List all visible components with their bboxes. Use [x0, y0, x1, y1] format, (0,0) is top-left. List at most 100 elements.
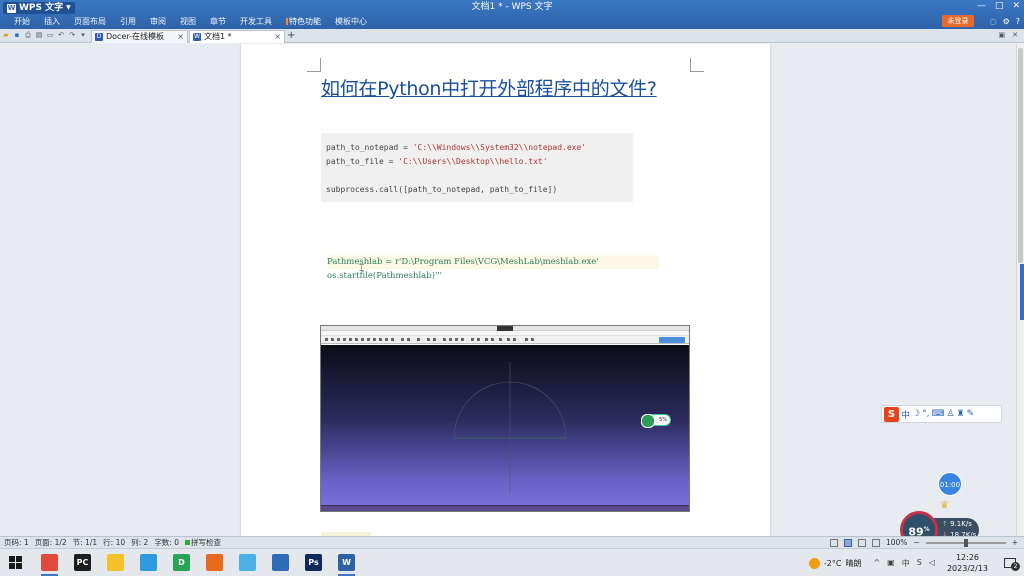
document-heading[interactable]: 如何在Python中打开外部程序中的文件?: [321, 77, 701, 101]
skin-shirt-icon[interactable]: ♜: [957, 409, 965, 419]
undo-icon[interactable]: ↶: [57, 31, 65, 40]
menu-item-review[interactable]: 审阅: [143, 16, 173, 27]
ime-mode[interactable]: 中: [901, 408, 910, 421]
embedded-meshlab-screenshot[interactable]: 5%: [320, 325, 690, 512]
snipping-tool-icon[interactable]: [140, 554, 157, 571]
clock[interactable]: 12:26 2023/2/13: [947, 552, 988, 574]
code-string: 'C:\\Users\\Desktop\\hello.txt': [398, 157, 548, 166]
weather-desc: 晴朗: [845, 558, 862, 568]
menu-item-template-center[interactable]: 模板中心: [328, 16, 374, 27]
file-explorer-icon[interactable]: [107, 554, 124, 571]
embedded-statusbar: [321, 505, 689, 511]
notification-center-icon[interactable]: 2: [1004, 558, 1020, 571]
status-page[interactable]: 页码: 1: [4, 537, 29, 548]
save-icon[interactable]: ▪: [13, 31, 21, 40]
sogou-logo-icon[interactable]: S: [884, 406, 899, 422]
chrome-icon[interactable]: [41, 554, 58, 571]
side-panel-handle[interactable]: [1020, 264, 1024, 320]
network-icon[interactable]: [239, 554, 256, 571]
menu-item-home[interactable]: 开始: [7, 16, 37, 27]
export-pdf-icon[interactable]: ▭: [46, 31, 54, 40]
close-tab-icon[interactable]: ×: [177, 31, 184, 43]
document-area[interactable]: 如何在Python中打开外部程序中的文件? path_to_notepad = …: [0, 44, 1016, 536]
zoom-level[interactable]: 100%: [886, 537, 907, 548]
code-line: path_to_notepad = 'C:\\Windows\\System32…: [326, 141, 628, 155]
punctuation-icon[interactable]: °,: [922, 409, 929, 419]
wps-writer-icon[interactable]: W: [338, 554, 355, 571]
new-tab-icon[interactable]: +: [287, 30, 295, 42]
help-icon[interactable]: ?: [1016, 16, 1020, 27]
customize-toolbar-icon[interactable]: ▾: [79, 31, 87, 40]
zoom-out-icon[interactable]: −: [913, 537, 919, 548]
skin-icon[interactable]: ◌: [990, 16, 997, 27]
tab-document-1[interactable]: W 文档1 * ×: [189, 30, 285, 43]
restore-doc-icon[interactable]: ▣: [999, 31, 1006, 40]
outline-view-icon[interactable]: [871, 538, 880, 547]
menu-item-page-layout[interactable]: 页面布局: [67, 16, 113, 27]
spell-check-label: 拼写检查: [191, 538, 221, 547]
tray-app-icon[interactable]: ▣: [887, 558, 895, 569]
dev-tool-icon[interactable]: D: [173, 554, 190, 571]
status-col[interactable]: 列: 2: [131, 537, 148, 548]
print-icon[interactable]: ▤: [35, 31, 43, 40]
user-icon[interactable]: ♙: [946, 409, 954, 419]
focus-mode-icon[interactable]: [829, 538, 838, 547]
page-view-icon[interactable]: [843, 538, 852, 547]
maximize-icon[interactable]: □: [995, 0, 1004, 13]
menu-item-developer[interactable]: 开发工具: [233, 16, 279, 27]
spell-check-button[interactable]: 拼写检查: [185, 537, 221, 548]
close-doc-icon[interactable]: ✕: [1012, 31, 1018, 40]
menu-item-section[interactable]: 章节: [203, 16, 233, 27]
status-words[interactable]: 字数: 0: [154, 537, 179, 548]
scrollbar-thumb[interactable]: [1018, 48, 1023, 263]
sogou-tray-icon[interactable]: S: [917, 558, 922, 569]
feishu-icon[interactable]: [206, 554, 223, 571]
menu-item-view[interactable]: 视图: [173, 16, 203, 27]
text-cursor-icon: ⌶: [359, 264, 365, 274]
start-button[interactable]: [9, 556, 22, 569]
embedded-toolbar: [321, 336, 689, 344]
notification-count: 2: [1011, 562, 1020, 571]
volume-icon[interactable]: ◁: [929, 558, 935, 569]
weather-widget[interactable]: -2°C 晴朗: [808, 557, 862, 569]
code-line: Pathmeshlab = r'D:\Program Files\VCG\Mes…: [327, 255, 659, 269]
moon-icon[interactable]: ☽: [912, 409, 920, 419]
quick-access-toolbar: ▰ ▪ ⎙ ▤ ▭ ↶ ↷ ▾: [2, 31, 87, 40]
close-icon[interactable]: ✕: [1012, 0, 1020, 13]
minimize-icon[interactable]: —: [977, 0, 986, 13]
document-page[interactable]: 如何在Python中打开外部程序中的文件? path_to_notepad = …: [241, 44, 770, 536]
menu-item-special-features[interactable]: 特色功能: [279, 16, 328, 27]
input-language[interactable]: 中: [902, 558, 910, 569]
wrench-icon[interactable]: ✎: [967, 409, 975, 419]
timer-bubble[interactable]: 01:00: [938, 472, 962, 496]
photoshop-icon[interactable]: Ps: [305, 554, 322, 571]
open-folder-icon[interactable]: ▰: [2, 31, 10, 40]
status-section[interactable]: 节: 1/1: [73, 537, 97, 548]
status-pages[interactable]: 页面: 1/2: [35, 537, 67, 548]
pycharm-icon[interactable]: PC: [74, 554, 91, 571]
sogou-ime-toolbar[interactable]: S 中 ☽ °, ⌨ ♙ ♜ ✎: [881, 405, 1002, 423]
zoom-slider-thumb[interactable]: [963, 538, 968, 547]
show-hidden-icons-icon[interactable]: ^: [873, 558, 880, 569]
embedded-titlebar: [321, 326, 689, 331]
zoom-in-icon[interactable]: +: [1012, 537, 1018, 548]
close-tab-icon[interactable]: ×: [274, 31, 281, 43]
zoom-slider[interactable]: [925, 538, 1006, 547]
web-view-icon[interactable]: [857, 538, 866, 547]
redo-icon[interactable]: ↷: [68, 31, 76, 40]
photos-icon[interactable]: [272, 554, 289, 571]
code-block-meshlab[interactable]: Pathmeshlab = r'D:\Program Files\VCG\Mes…: [321, 255, 659, 285]
menu-item-references[interactable]: 引用: [113, 16, 143, 27]
menu-item-insert[interactable]: 插入: [37, 16, 67, 27]
print-preview-icon[interactable]: ⎙: [24, 31, 32, 40]
status-row[interactable]: 行: 10: [103, 537, 125, 548]
app-menu-button[interactable]: W WPS 文字 ▼: [3, 2, 75, 14]
tab-docer-templates[interactable]: D Docer-在线模板 ×: [91, 30, 188, 43]
status-right: 100% − +: [829, 537, 1018, 548]
weather-sun-icon: [808, 557, 820, 569]
weather-temp: -2°C: [823, 558, 842, 568]
keyboard-icon[interactable]: ⌨: [931, 409, 944, 419]
settings-icon[interactable]: ⚙: [1003, 16, 1010, 27]
code-block-subprocess[interactable]: path_to_notepad = 'C:\\Windows\\System32…: [321, 133, 633, 202]
login-button[interactable]: 未登录: [942, 15, 974, 27]
